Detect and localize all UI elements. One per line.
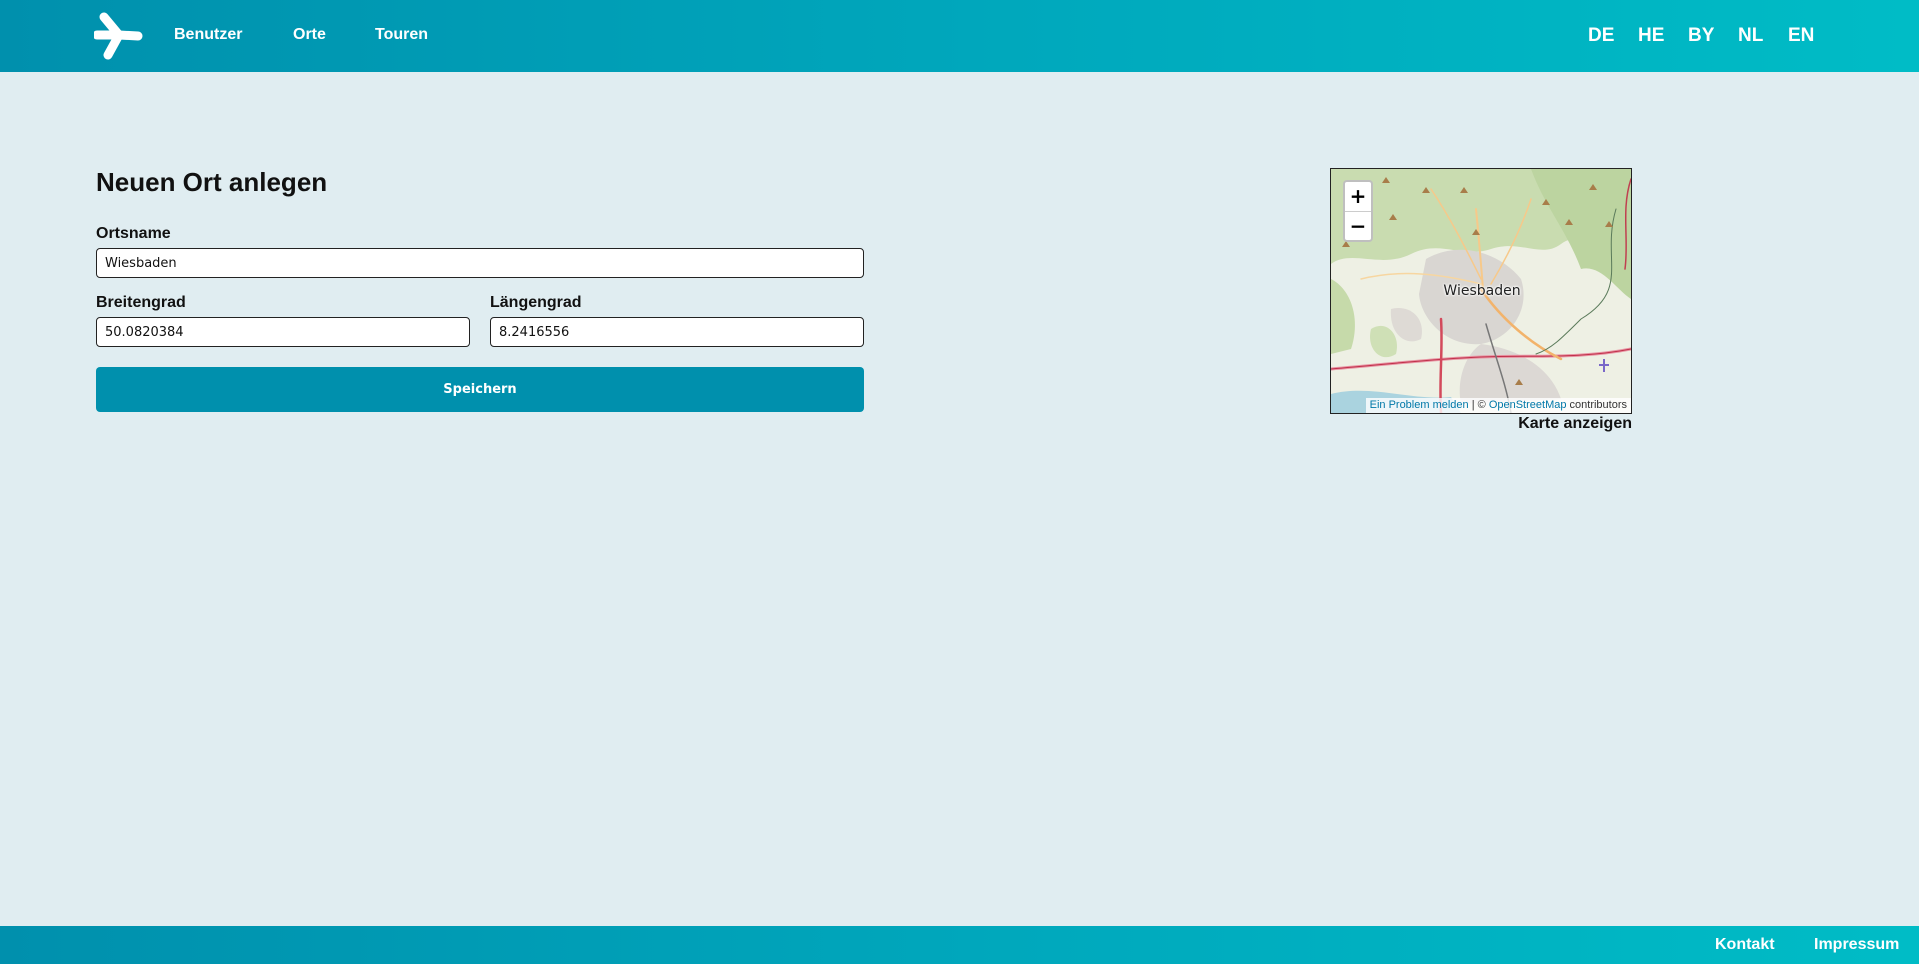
save-button[interactable]: Speichern	[96, 367, 864, 412]
attribution-separator: | ©	[1468, 399, 1489, 411]
footer-contact-link[interactable]: Kontakt	[1715, 936, 1775, 954]
lang-de[interactable]: DE	[1588, 25, 1614, 47]
zoom-out-button[interactable]: −	[1345, 211, 1371, 240]
place-name-input[interactable]	[96, 248, 864, 278]
latitude-input[interactable]	[96, 317, 470, 347]
map-attribution: Ein Problem melden | © OpenStreetMap con…	[1365, 398, 1631, 413]
logo-asterisk-icon[interactable]	[94, 11, 144, 61]
openstreetmap-link[interactable]: OpenStreetMap	[1489, 399, 1567, 411]
longitude-input[interactable]	[490, 317, 864, 347]
latitude-label: Breitengrad	[96, 294, 186, 311]
lang-en[interactable]: EN	[1788, 25, 1814, 47]
page-title: Neuen Ort anlegen	[96, 167, 328, 197]
footer-imprint-link[interactable]: Impressum	[1814, 936, 1899, 954]
zoom-in-button[interactable]: +	[1345, 182, 1371, 211]
longitude-label: Längengrad	[490, 294, 582, 311]
lang-he[interactable]: HE	[1638, 25, 1664, 47]
lang-nl[interactable]: NL	[1738, 25, 1763, 47]
nav-benutzer[interactable]: Benutzer	[174, 26, 242, 44]
top-navigation-bar: Benutzer Orte Touren DE HE BY NL EN	[0, 0, 1919, 72]
report-problem-link[interactable]: Ein Problem melden	[1370, 399, 1469, 411]
footer-bar: Kontakt Impressum	[0, 926, 1919, 964]
map-city-label: Wiesbaden	[1443, 283, 1521, 299]
place-name-label: Ortsname	[96, 225, 171, 242]
show-map-link[interactable]: Karte anzeigen	[1480, 415, 1632, 433]
map-zoom-controls: + −	[1343, 180, 1373, 242]
nav-orte[interactable]: Orte	[293, 26, 326, 44]
nav-touren[interactable]: Touren	[375, 26, 428, 44]
attribution-suffix: contributors	[1566, 399, 1627, 411]
lang-by[interactable]: BY	[1688, 25, 1714, 47]
map-widget[interactable]: Wiesbaden + − Ein Problem melden | © Ope…	[1330, 168, 1632, 414]
